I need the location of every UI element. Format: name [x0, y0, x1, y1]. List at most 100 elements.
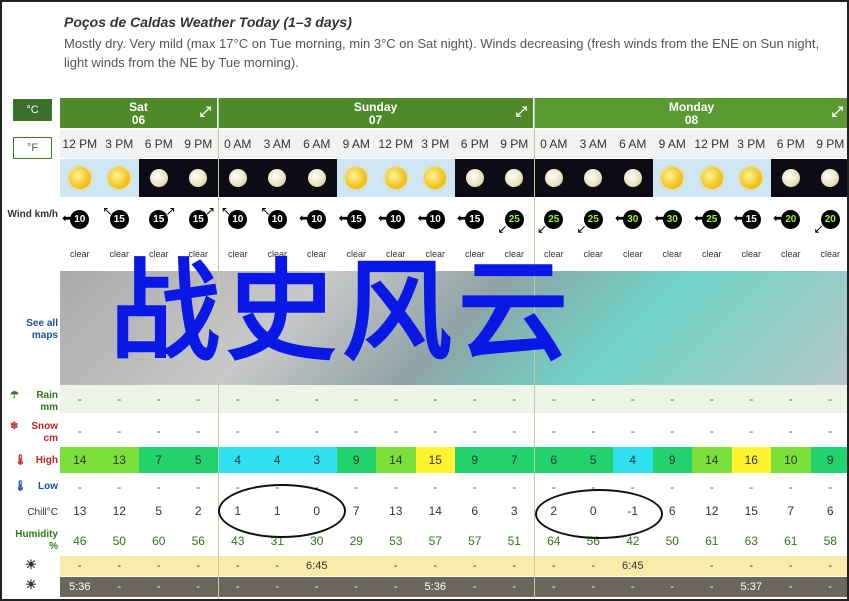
wind-speed: 30 [623, 210, 643, 229]
sunset-cell: - [613, 577, 653, 597]
chill-cell: 12 [112, 504, 126, 518]
humidity-cell: 61 [705, 534, 719, 548]
wind-speed: 30 [662, 210, 682, 229]
snow-cell: - [828, 424, 833, 438]
moon-icon [544, 169, 563, 187]
moon-icon [821, 169, 840, 187]
rain-cell: - [652, 385, 692, 413]
moon-icon [534, 159, 574, 197]
sunset-cell: - [455, 577, 495, 597]
chill-cell: 3 [510, 504, 518, 518]
sunset-cell: - [534, 577, 574, 597]
time-cell: 9 PM [494, 130, 534, 158]
moon-icon [268, 169, 287, 187]
rain-cell: - [731, 385, 771, 413]
snow-cell: - [314, 424, 319, 438]
rain-icon: ☂ [10, 390, 19, 401]
forecast-header: Poços de Caldas Weather Today (1–3 days)… [64, 14, 844, 72]
time-cell: 9 PM [810, 130, 847, 158]
day-header[interactable]: Monday 08 ⤢ [534, 98, 847, 128]
sun-icon [336, 159, 376, 197]
sunrise-cell: - [494, 556, 534, 576]
snowflake-icon: ❄ [10, 421, 19, 432]
chill-cell: 13 [73, 504, 87, 518]
sun-icon [700, 167, 723, 189]
sunrise-icon: ☀ [25, 557, 37, 572]
moon-icon [455, 159, 495, 197]
sunset-icon: ☀ [25, 577, 37, 592]
wind-cell: ⬅ 30 [613, 202, 653, 237]
sun-icon [731, 159, 771, 197]
time-cell: 0 AM [218, 130, 258, 158]
see-all-maps-link[interactable]: See all maps [4, 318, 58, 342]
expand-icon[interactable]: ⤢ [200, 104, 211, 118]
celsius-button[interactable]: °C [13, 99, 52, 121]
rain-cell: - [613, 385, 653, 413]
chill-cell: 6 [471, 504, 479, 518]
fahrenheit-button[interactable]: °F [13, 137, 52, 159]
sun-icon [108, 167, 131, 189]
sunset-cell: - [573, 577, 613, 597]
rain-cell: - [60, 385, 100, 413]
condition-text: clear [741, 249, 761, 259]
wind-row: ⬅ 10 ↖ 15 ↗ 15 ↗ 15 ↖ 10 ↖ 10 ⬅ 10 ⬅ 15 ⬅ 10 ⬅ 10 ⬅ 15 ↙ 25 ↙ 25 ↙… [60, 202, 847, 237]
sunrise-row: - - - - - -6:45- - - - - -6:45- - - - [60, 556, 847, 576]
moon-icon [218, 159, 258, 197]
wind-speed: 15 [346, 210, 366, 229]
humidity-cell: 51 [507, 534, 521, 548]
snow-cell: - [512, 424, 517, 438]
wind-cell: ⬅ 25 [692, 202, 732, 237]
rain-cell: - [692, 385, 732, 413]
weather-icon-row [60, 159, 847, 197]
snow-cell: - [551, 424, 556, 438]
wind-cell: ↖ 15 [100, 202, 140, 237]
humidity-cell: 50 [665, 534, 679, 548]
wind-cell: ⬅ 15 [455, 202, 495, 237]
moon-icon [257, 159, 297, 197]
sunset-cell: - [139, 577, 179, 597]
wind-cell: ⬅ 10 [60, 202, 100, 237]
high-temp-cell: 7 [139, 447, 179, 473]
moon-icon [297, 159, 337, 197]
sunrise-cell: - [257, 556, 297, 576]
wind-cell: ↖ 10 [258, 202, 298, 237]
rain-cell: - [297, 385, 337, 413]
day-header[interactable]: Sunday 07 ⤢ [218, 98, 533, 128]
wind-speed: 20 [781, 210, 801, 229]
chill-label: Chill°C [27, 507, 58, 518]
wind-speed: 15 [465, 210, 485, 229]
wind-speed: 10 [70, 210, 90, 229]
watermark-overlay: 战史风云 [110, 248, 574, 376]
condition-text: clear [820, 249, 840, 259]
condition-text: clear [780, 249, 801, 259]
sun-icon [740, 167, 763, 189]
chill-cell: 5 [155, 504, 163, 518]
sun-icon [376, 159, 416, 197]
moon-icon [189, 169, 208, 187]
day-date: 07 [368, 113, 383, 127]
moon-icon [623, 169, 642, 187]
wind-speed: 15 [741, 210, 761, 229]
wind-speed: 10 [307, 210, 327, 229]
expand-icon[interactable]: ⤢ [516, 104, 527, 118]
time-cell: 3 AM [573, 130, 613, 158]
day-header[interactable]: Sat 06 ⤢ [60, 98, 217, 128]
rain-cell: - [257, 385, 297, 413]
wind-cell: ⬅ 30 [653, 202, 693, 237]
rain-label: ☂ Rain mm [10, 390, 58, 413]
high-temp-cell: 10 [771, 447, 811, 473]
sunrise-cell: - [534, 556, 574, 576]
wind-label: Wind km/h [7, 209, 58, 220]
high-temp-cell: 3 [297, 447, 337, 473]
expand-icon[interactable]: ⤢ [832, 104, 843, 118]
sunrise-cell: - [415, 556, 455, 576]
sunrise-cell: - [573, 556, 613, 576]
snow-cell: - [749, 424, 754, 438]
sunset-cell: - [99, 577, 139, 597]
chill-cell: 14 [428, 504, 442, 518]
snow-cell: - [670, 424, 675, 438]
chill-cell: 7 [787, 504, 795, 518]
high-temp-cell: 5 [573, 447, 613, 473]
wind-speed: 25 [504, 210, 524, 229]
sun-icon [652, 159, 692, 197]
